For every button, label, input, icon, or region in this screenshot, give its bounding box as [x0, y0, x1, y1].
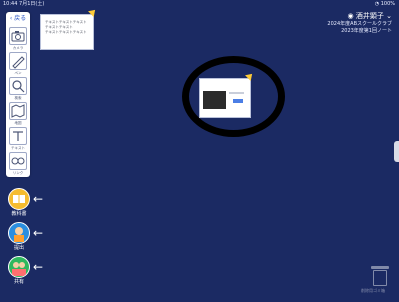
textbook-button[interactable]	[8, 188, 30, 210]
note-card[interactable]: テキストテキストテキスト テキストテキスト テキストテキストテキスト	[40, 14, 94, 50]
user-name: 酒井顕子	[355, 12, 384, 20]
map-tool[interactable]	[9, 102, 27, 120]
trash-label: 削除用ゴミ箱	[361, 288, 385, 293]
map-icon	[11, 104, 25, 118]
thumbnail-line	[229, 92, 244, 94]
wifi-icon: ◔	[374, 1, 380, 7]
tool-label: テキスト	[11, 146, 25, 150]
people-icon	[12, 262, 26, 276]
arrow-left-icon: ←	[33, 226, 44, 240]
textbook-icon	[13, 195, 25, 203]
user-info: ◉ 酒井顕子 ⌄ 2024年度ABスクールクラブ 2023年度第1回ノート	[272, 12, 392, 35]
pen-tool[interactable]	[9, 52, 27, 70]
tool-label: 地図	[14, 121, 22, 125]
right-panel-handle[interactable]	[394, 141, 399, 162]
thumbnail-link	[233, 99, 243, 103]
text-icon	[13, 131, 23, 141]
user-avatar-icon: ◉	[347, 12, 354, 20]
page-thumbnail[interactable]	[199, 78, 251, 118]
status-date: 7月1日(土)	[19, 1, 45, 7]
note-card-text: テキストテキストテキスト テキストテキスト テキストテキストテキスト	[45, 20, 87, 35]
tool-label: カメラ	[12, 46, 24, 50]
camera-tool[interactable]	[9, 27, 27, 45]
link-tool[interactable]	[9, 152, 27, 170]
search-tool[interactable]	[9, 77, 27, 95]
status-time-date: 10:44 7月1日(土)	[3, 0, 44, 8]
arrow-left-icon: ←	[33, 260, 44, 274]
search-icon	[12, 80, 25, 93]
battery-level: 100%	[380, 1, 395, 7]
chevron-left-icon: ‹	[9, 15, 13, 22]
text-tool[interactable]	[9, 127, 27, 145]
left-toolbar: ‹ 戻る カメラ ペン 検索 地図 テキスト リンク	[6, 12, 30, 177]
status-time: 10:44	[3, 1, 18, 7]
side-action-label: 提出	[13, 245, 24, 251]
side-action-label: 共有	[13, 279, 24, 285]
tool-label: 検索	[14, 96, 22, 100]
class-name: 2024年度ABスクールクラブ	[327, 21, 392, 27]
status-bar: 10:44 7月1日(土) ◔ 100%	[0, 0, 399, 8]
arrow-left-icon: ←	[33, 192, 44, 206]
share-button[interactable]	[8, 256, 30, 278]
user-name-row[interactable]: ◉ 酒井顕子 ⌄	[272, 12, 392, 21]
trash-icon[interactable]	[373, 270, 387, 286]
back-button[interactable]: ‹ 戻る	[8, 14, 28, 24]
submit-button[interactable]	[8, 222, 30, 244]
back-label: 戻る	[14, 15, 27, 22]
note-name: 2023年度第1回ノート	[341, 28, 392, 34]
person-icon	[14, 227, 24, 242]
link-icon	[11, 157, 25, 165]
side-action-label: 教科書	[11, 211, 27, 217]
pen-icon	[12, 56, 25, 69]
chevron-down-icon: ⌄	[386, 12, 392, 20]
camera-icon	[11, 31, 25, 42]
thumbnail-image	[203, 91, 226, 109]
tool-label: リンク	[12, 171, 24, 175]
tool-label: ペン	[14, 71, 22, 75]
trash-lid	[371, 266, 389, 269]
battery-indicator: ◔ 100%	[375, 0, 395, 8]
note-card-line: テキストテキストテキスト	[45, 30, 87, 34]
